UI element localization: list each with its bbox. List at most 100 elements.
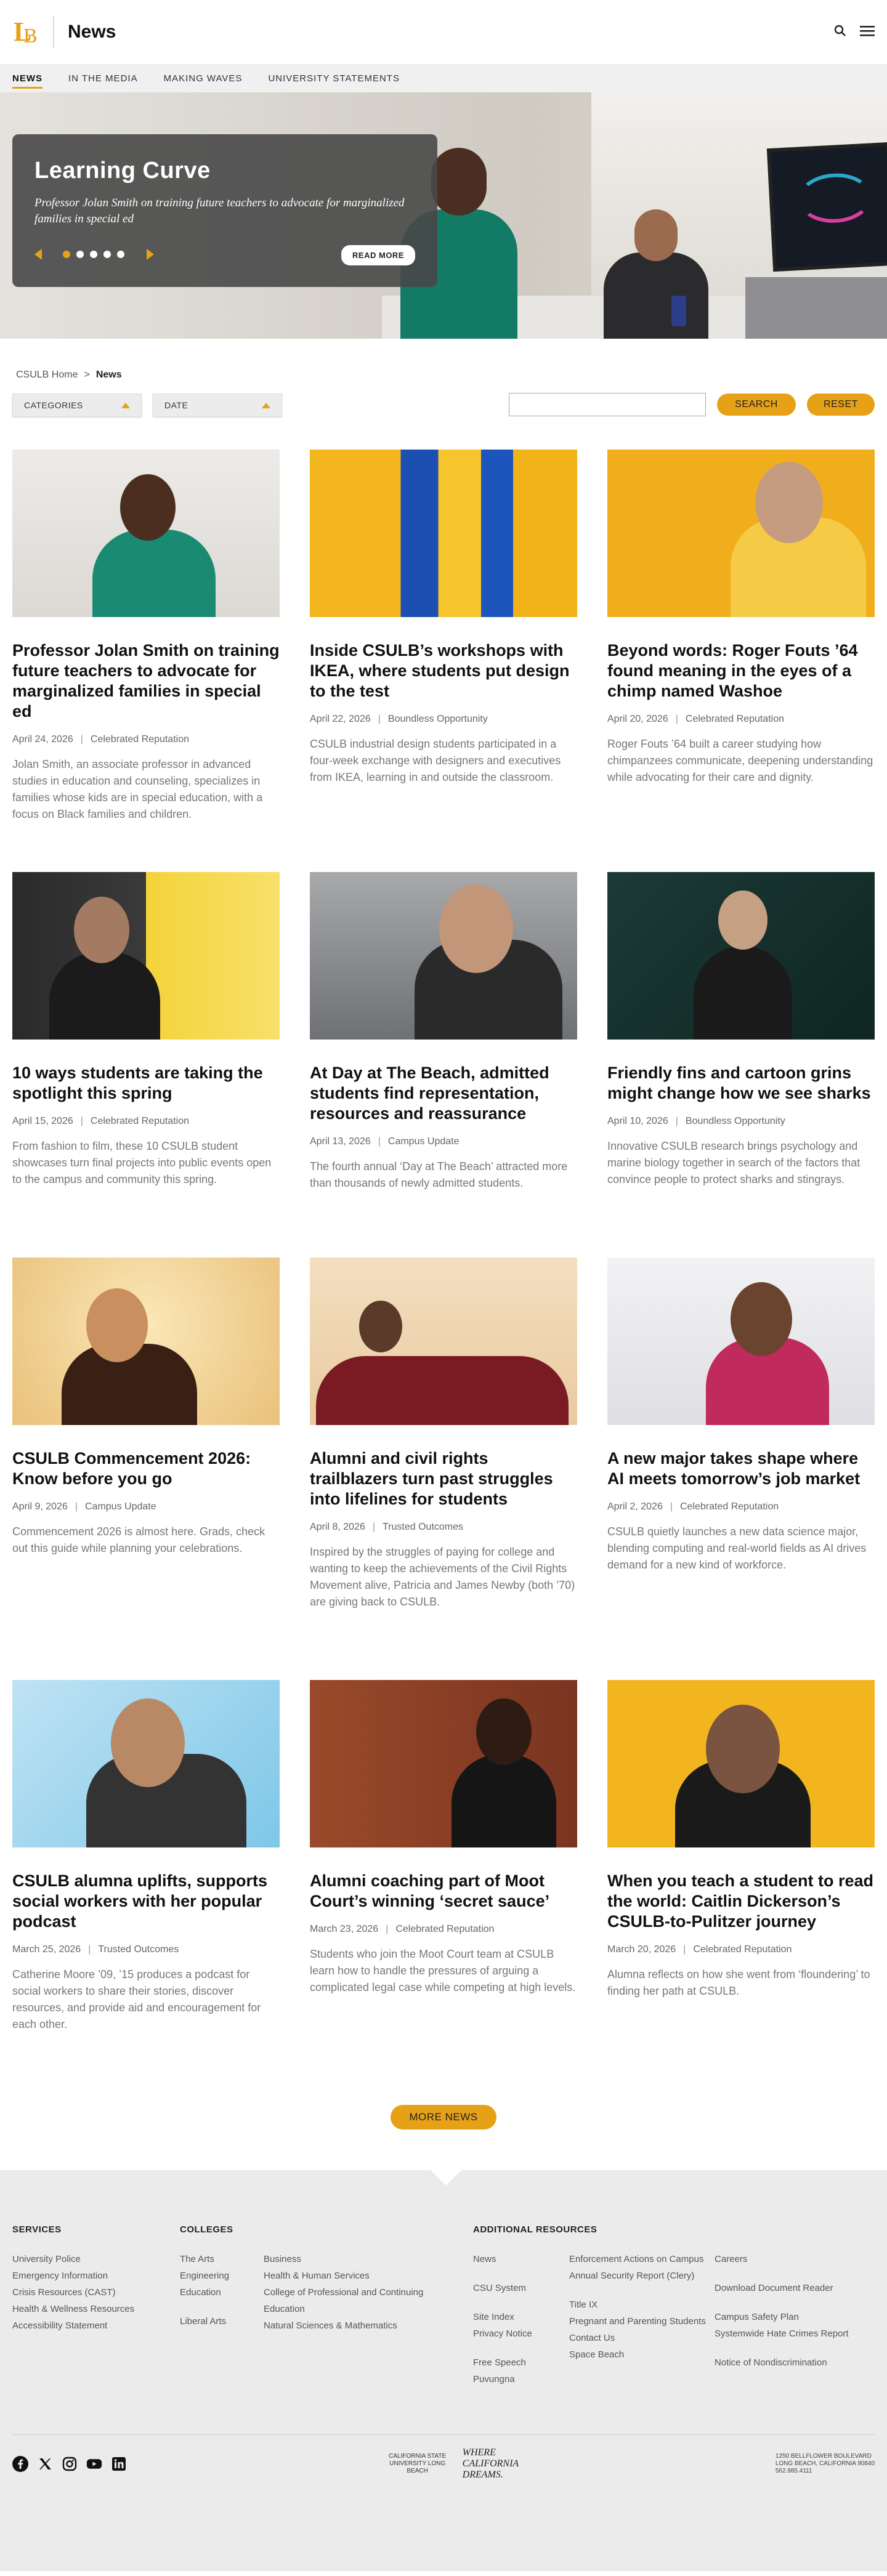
reset-button[interactable]: RESET: [807, 394, 875, 416]
search-input[interactable]: [509, 393, 706, 416]
footer-link[interactable]: Title IX: [569, 2296, 715, 2313]
csulb-logo[interactable]: LB: [12, 15, 41, 49]
nav-in-the-media[interactable]: IN THE MEDIA: [68, 64, 138, 92]
footer-link[interactable]: News: [473, 2251, 569, 2267]
carousel-dot[interactable]: [76, 251, 84, 258]
article-category[interactable]: Campus Update: [85, 1501, 156, 1512]
more-news-button[interactable]: MORE NEWS: [391, 2105, 496, 2130]
carousel-dot[interactable]: [117, 251, 124, 258]
nav-making-waves[interactable]: MAKING WAVES: [164, 64, 243, 92]
footer-link[interactable]: Privacy Notice: [473, 2325, 569, 2342]
linkedin-icon[interactable]: [111, 2456, 127, 2472]
article-image[interactable]: [310, 450, 577, 617]
footer-link[interactable]: Puvungna: [473, 2371, 569, 2388]
footer-link[interactable]: Health & Human Services: [264, 2267, 448, 2284]
carousel-dot[interactable]: [103, 251, 111, 258]
article-category[interactable]: Boundless Opportunity: [686, 1116, 785, 1126]
article-title[interactable]: Inside CSULB’s workshops with IKEA, wher…: [310, 640, 577, 701]
breadcrumb-home[interactable]: CSULB Home: [16, 369, 78, 380]
article-category[interactable]: Celebrated Reputation: [693, 1944, 792, 1955]
footer-link[interactable]: College of Professional and Continuing E…: [264, 2284, 448, 2317]
carousel-next-icon[interactable]: [147, 249, 154, 260]
article-image[interactable]: [12, 1258, 280, 1425]
article-category[interactable]: Celebrated Reputation: [686, 714, 784, 724]
footer-link[interactable]: Download Document Reader: [715, 2280, 875, 2296]
footer-link[interactable]: Campus Safety Plan: [715, 2309, 875, 2325]
site-title[interactable]: News: [68, 22, 116, 42]
footer-link[interactable]: The Arts: [180, 2251, 264, 2267]
footer-link[interactable]: Free Speech: [473, 2354, 569, 2371]
phone-number[interactable]: 562.985.4111: [776, 2468, 875, 2475]
article-image[interactable]: [12, 872, 280, 1040]
article-image[interactable]: [12, 450, 280, 617]
carousel-dot[interactable]: [63, 251, 70, 258]
footer-link[interactable]: Education: [180, 2284, 264, 2301]
article-category[interactable]: Trusted Outcomes: [98, 1944, 179, 1955]
footer-link[interactable]: Space Beach: [569, 2346, 715, 2363]
article-category[interactable]: Celebrated Reputation: [680, 1501, 779, 1512]
article-title[interactable]: At Day at The Beach, admitted students f…: [310, 1063, 577, 1124]
services-links: University Police Emergency Information Cr…: [12, 2251, 180, 2334]
article-title[interactable]: CSULB alumna uplifts, supports social wo…: [12, 1871, 280, 1932]
article-category[interactable]: Celebrated Reputation: [395, 1924, 494, 1934]
footer-link[interactable]: Emergency Information: [12, 2267, 180, 2284]
article-title[interactable]: A new major takes shape where AI meets t…: [607, 1448, 875, 1489]
article-title[interactable]: Alumni and civil rights trailblazers tur…: [310, 1448, 577, 1509]
footer-link[interactable]: Engineering: [180, 2267, 264, 2284]
meta-divider: |: [80, 734, 83, 745]
footer-link[interactable]: Annual Security Report (Clery): [569, 2267, 715, 2284]
footer-link[interactable]: Liberal Arts: [180, 2313, 264, 2330]
article-title[interactable]: Friendly fins and cartoon grins might ch…: [607, 1063, 875, 1104]
article-description: Inspired by the struggles of paying for …: [310, 1546, 575, 1608]
footer-link[interactable]: CSU System: [473, 2280, 569, 2296]
article-category[interactable]: Campus Update: [388, 1136, 460, 1147]
article-title[interactable]: When you teach a student to read the wor…: [607, 1871, 875, 1932]
search-button[interactable]: SEARCH: [717, 394, 796, 416]
carousel-dot[interactable]: [90, 251, 97, 258]
article-title[interactable]: Alumni coaching part of Moot Court’s win…: [310, 1871, 577, 1912]
article-title[interactable]: Beyond words: Roger Fouts ’64 found mean…: [607, 640, 875, 701]
footer-link[interactable]: University Police: [12, 2251, 180, 2267]
footer-link[interactable]: Enforcement Actions on Campus: [569, 2251, 715, 2267]
nav-news[interactable]: NEWS: [12, 64, 43, 92]
footer-link[interactable]: Contact Us: [569, 2330, 715, 2346]
footer-link[interactable]: Crisis Resources (CAST): [12, 2284, 180, 2301]
facebook-icon[interactable]: [12, 2456, 28, 2472]
article-image[interactable]: [607, 1258, 875, 1425]
article-category[interactable]: Celebrated Reputation: [91, 734, 189, 745]
search-icon[interactable]: [834, 25, 846, 40]
footer-link[interactable]: Pregnant and Parenting Students: [569, 2313, 715, 2330]
read-more-button[interactable]: READ MORE: [341, 245, 415, 265]
hero-title[interactable]: Learning Curve: [34, 158, 415, 184]
article-category[interactable]: Celebrated Reputation: [91, 1116, 189, 1126]
article-image[interactable]: [310, 872, 577, 1040]
footer-link[interactable]: Site Index: [473, 2309, 569, 2325]
footer-link[interactable]: Notice of Nondiscrimination: [715, 2354, 875, 2371]
carousel-prev-icon[interactable]: [34, 249, 42, 260]
article-image[interactable]: [310, 1258, 577, 1425]
article-title[interactable]: Professor Jolan Smith on training future…: [12, 640, 280, 722]
x-icon[interactable]: [37, 2456, 53, 2472]
article-title[interactable]: 10 ways students are taking the spotligh…: [12, 1063, 280, 1104]
article-image[interactable]: [12, 1680, 280, 1847]
hamburger-menu-icon[interactable]: [860, 25, 875, 40]
footer-link[interactable]: Accessibility Statement: [12, 2317, 180, 2334]
article-image[interactable]: [607, 450, 875, 617]
article-category[interactable]: Boundless Opportunity: [388, 714, 488, 724]
instagram-icon[interactable]: [62, 2456, 78, 2472]
article-image[interactable]: [310, 1680, 577, 1847]
footer-link[interactable]: Health & Wellness Resources: [12, 2301, 180, 2317]
article-title[interactable]: CSULB Commencement 2026: Know before you…: [12, 1448, 280, 1489]
article-image[interactable]: [607, 1680, 875, 1847]
article-image[interactable]: [607, 872, 875, 1040]
date-dropdown[interactable]: DATE: [153, 394, 282, 417]
footer-link[interactable]: Business: [264, 2251, 448, 2267]
youtube-icon[interactable]: [86, 2456, 102, 2472]
footer-link[interactable]: Natural Sciences & Mathematics: [264, 2317, 448, 2334]
nav-university-statements[interactable]: UNIVERSITY STATEMENTS: [268, 64, 400, 92]
footer-link[interactable]: Careers: [715, 2251, 875, 2267]
article-category[interactable]: Trusted Outcomes: [383, 1522, 463, 1532]
categories-dropdown[interactable]: CATEGORIES: [12, 394, 142, 417]
footer-link[interactable]: Systemwide Hate Crimes Report: [715, 2325, 875, 2342]
csulb-wordmark[interactable]: CALIFORNIA STATE UNIVERSITY LONG BEACH: [384, 2453, 452, 2475]
